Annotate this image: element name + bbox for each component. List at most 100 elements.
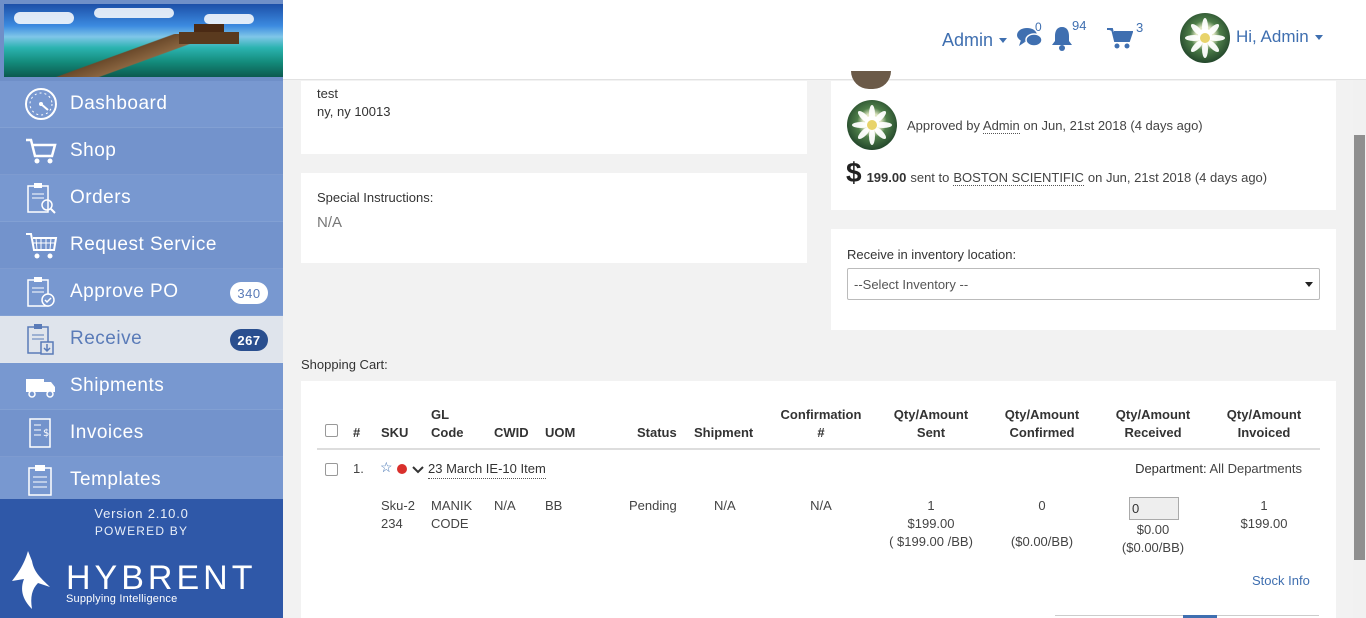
row-shipment: N/A bbox=[714, 498, 736, 513]
sent-amount-cell: $199.00 bbox=[907, 516, 955, 531]
received-qty-input[interactable]: 0 bbox=[1129, 497, 1179, 520]
sidebar-item-request-service[interactable]: Request Service bbox=[0, 222, 283, 269]
approval-activity: Approved by Admin on Jun, 21st 2018 (4 d… bbox=[907, 118, 1203, 134]
select-all-checkbox[interactable] bbox=[325, 424, 338, 437]
col-qty-invoiced-line2: Invoiced bbox=[1237, 425, 1291, 440]
row-sku: Sku-2 234 bbox=[381, 497, 415, 533]
col-qty-invoiced: Qty/Amount Invoiced bbox=[1220, 406, 1308, 442]
daisy-avatar-icon bbox=[1180, 13, 1230, 63]
truck-icon bbox=[24, 369, 58, 403]
sidebar-item-label: Shipments bbox=[70, 375, 165, 396]
confirmed-unit-price: ($0.00/BB) bbox=[1010, 534, 1074, 549]
orders-icon bbox=[24, 181, 58, 215]
sidebar-footer: Version 2.10.0 POWERED BY HYBRENT Supply… bbox=[0, 499, 283, 618]
special-instructions-label: Special Instructions: bbox=[317, 190, 434, 205]
stock-info-link[interactable]: Stock Info bbox=[1252, 573, 1310, 588]
cart-count: 3 bbox=[1136, 20, 1144, 35]
sidebar-item-dashboard[interactable]: Dashboard bbox=[0, 81, 283, 128]
user-avatar[interactable] bbox=[1180, 13, 1230, 63]
sidebar-nav: Dashboard Shop Orders Request Service Ap… bbox=[0, 81, 283, 504]
messages-count: 0 bbox=[1035, 20, 1042, 34]
received-amount: $0.00 bbox=[1136, 522, 1170, 537]
address-line-1: test bbox=[317, 86, 338, 101]
shipping-address-card: test ny, ny 10013 bbox=[301, 81, 807, 154]
row-qty-sent: 1 $199.00 ( $199.00 /BB) bbox=[877, 497, 985, 551]
received-unit-price: ($0.00/BB) bbox=[1121, 540, 1185, 555]
sidebar-item-label: Dashboard bbox=[70, 93, 168, 114]
bell-icon bbox=[1052, 27, 1072, 51]
row-gl-line1: MANIK bbox=[431, 498, 473, 513]
sidebar: Dashboard Shop Orders Request Service Ap… bbox=[0, 0, 283, 618]
sidebar-item-shipments[interactable]: Shipments bbox=[0, 363, 283, 410]
notifications-count: 94 bbox=[1072, 18, 1087, 33]
chevron-down-icon bbox=[1305, 282, 1313, 287]
flag-red-dot-icon bbox=[397, 464, 407, 474]
company-logo-image[interactable] bbox=[4, 4, 283, 77]
row-checkbox[interactable] bbox=[325, 463, 338, 476]
shopping-cart-title: Shopping Cart: bbox=[301, 357, 388, 372]
sidebar-item-label: Templates bbox=[70, 469, 162, 490]
dashboard-icon bbox=[24, 87, 58, 121]
brand-tagline: Supplying Intelligence bbox=[66, 593, 178, 605]
row-uom: BB bbox=[545, 498, 563, 513]
col-qty-sent-line2: Sent bbox=[916, 425, 946, 440]
col-gl-code-line2: Code bbox=[431, 425, 464, 440]
row-qty-received: $0.00 ($0.00/BB) bbox=[1109, 521, 1197, 557]
approver-avatar bbox=[847, 100, 897, 150]
powered-by-label: POWERED BY bbox=[94, 524, 189, 538]
sidebar-item-label: Invoices bbox=[70, 422, 144, 443]
hybrent-logo[interactable]: HYBRENT Supplying Intelligence bbox=[10, 549, 270, 609]
user-menu-dropdown[interactable]: Hi, Admin bbox=[1236, 27, 1323, 47]
col-number: # bbox=[353, 425, 361, 440]
row-sku-line1: Sku-2 bbox=[381, 498, 415, 513]
sidebar-item-invoices[interactable]: $ Invoices bbox=[0, 410, 283, 457]
star-icon[interactable]: ☆ bbox=[380, 459, 393, 476]
inventory-location-select[interactable]: --Select Inventory -- bbox=[847, 268, 1320, 300]
row-qty-confirmed: 0 ($0.00/BB) bbox=[998, 497, 1086, 551]
vendor-link[interactable]: BOSTON SCIENTIFIC bbox=[953, 170, 1084, 186]
chevron-down-icon[interactable] bbox=[412, 462, 424, 480]
col-qty-confirmed-line2: Confirmed bbox=[1009, 425, 1075, 440]
request-service-icon bbox=[24, 228, 58, 262]
sidebar-item-label: Approve PO bbox=[70, 281, 179, 302]
row-gl-line2: CODE bbox=[431, 516, 469, 531]
approve-po-count-badge: 340 bbox=[230, 282, 268, 304]
page-scrollbar[interactable] bbox=[1353, 80, 1366, 618]
inventory-location-label: Receive in inventory location: bbox=[847, 247, 1017, 262]
sidebar-item-approve-po[interactable]: Approve PO 340 bbox=[0, 269, 283, 316]
chevron-down-icon bbox=[1314, 34, 1323, 40]
col-uom: UOM bbox=[545, 425, 576, 440]
department-label: Department: bbox=[1135, 461, 1207, 476]
address-line-2: ny, ny 10013 bbox=[317, 104, 391, 119]
sidebar-item-orders[interactable]: Orders bbox=[0, 175, 283, 222]
address-block: test ny, ny 10013 bbox=[317, 85, 390, 121]
sidebar-item-templates[interactable]: Templates bbox=[0, 457, 283, 504]
notifications-button[interactable] bbox=[1050, 25, 1074, 56]
sidebar-item-label: Shop bbox=[70, 140, 117, 161]
cart-button[interactable] bbox=[1107, 27, 1134, 54]
col-confirmation-line2: # bbox=[817, 425, 825, 440]
sidebar-item-label: Receive bbox=[70, 328, 143, 349]
sent-amount: 199.00 bbox=[866, 170, 907, 185]
approval-prefix: Approved by bbox=[907, 118, 980, 133]
col-qty-received-line2: Received bbox=[1124, 425, 1182, 440]
row-qty-invoiced: 1 $199.00 bbox=[1220, 497, 1308, 533]
dollar-icon: $ bbox=[846, 157, 862, 188]
hybrent-bird-icon bbox=[12, 551, 50, 609]
inventory-select-value: --Select Inventory -- bbox=[854, 276, 969, 292]
col-qty-confirmed: Qty/Amount Confirmed bbox=[998, 406, 1086, 442]
row-sku-line2: 234 bbox=[381, 516, 403, 531]
sidebar-item-receive[interactable]: Receive 267 bbox=[0, 316, 283, 363]
row-gl-code: MANIK CODE bbox=[431, 497, 472, 533]
sidebar-item-shop[interactable]: Shop bbox=[0, 128, 283, 175]
admin-dropdown-label: Admin bbox=[942, 30, 994, 50]
item-department: Department: All Departments bbox=[1120, 460, 1302, 478]
item-name-link[interactable]: 23 March IE-10 Item bbox=[428, 460, 546, 479]
table-header-divider bbox=[317, 448, 1320, 450]
chevron-down-icon bbox=[999, 38, 1008, 43]
scrollbar-thumb[interactable] bbox=[1354, 135, 1365, 560]
admin-dropdown[interactable]: Admin bbox=[942, 30, 1008, 51]
row-status: Pending bbox=[629, 498, 677, 513]
col-shipment: Shipment bbox=[694, 425, 754, 440]
approver-link[interactable]: Admin bbox=[982, 118, 1020, 134]
